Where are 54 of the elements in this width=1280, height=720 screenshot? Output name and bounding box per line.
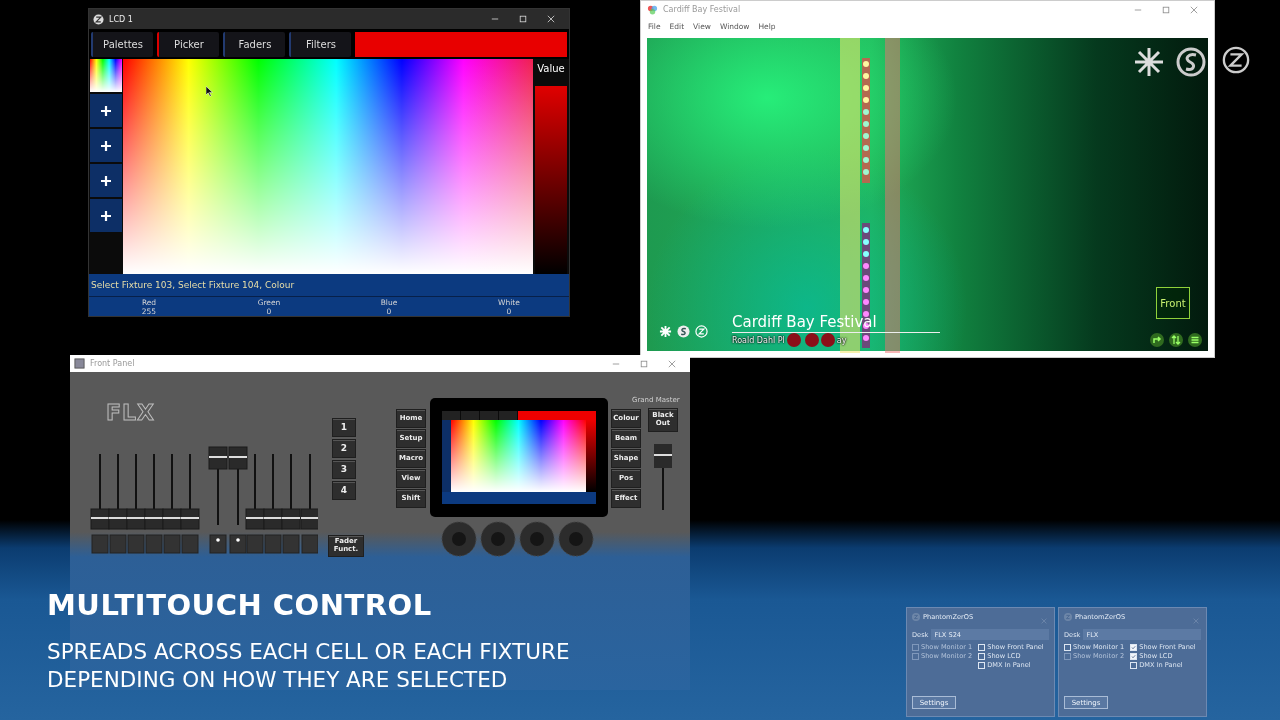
- add-button[interactable]: [90, 164, 122, 197]
- caption-heading: MULTITOUCH CONTROL: [47, 588, 433, 622]
- app-logo-icon: [647, 4, 658, 15]
- z-logo-icon[interactable]: [1222, 46, 1250, 74]
- window-title: Cardiff Bay Festival: [663, 5, 741, 14]
- mouse-cursor-icon: [206, 86, 213, 97]
- close-icon: [1193, 618, 1199, 624]
- swirl-icon[interactable]: [1176, 47, 1206, 77]
- playback-key[interactable]: 3: [332, 460, 356, 479]
- z-logo-icon: [1064, 613, 1072, 621]
- tab[interactable]: Faders: [223, 32, 285, 57]
- palette-swatch[interactable]: [90, 59, 122, 92]
- plus-icon: [100, 209, 112, 222]
- close-icon: [1041, 618, 1047, 624]
- plus-icon: [100, 139, 112, 152]
- window-title: LCD 1: [109, 14, 133, 24]
- front-view-button[interactable]: Front: [1156, 287, 1190, 319]
- asterisk-icon[interactable]: [1134, 47, 1164, 77]
- tab[interactable]: Palettes: [91, 32, 153, 57]
- add-button[interactable]: [90, 199, 122, 232]
- menu-icon[interactable]: [1188, 333, 1202, 347]
- z-logo-icon: [912, 613, 920, 621]
- window-icon: [74, 358, 85, 369]
- colour-picker-area[interactable]: [123, 59, 533, 274]
- close-icon: [668, 359, 676, 368]
- value-slider[interactable]: [535, 86, 567, 274]
- swirl-icon[interactable]: [677, 325, 690, 338]
- app-logo-icon: [93, 13, 104, 25]
- tab[interactable]: Picker: [157, 32, 219, 57]
- maximize-icon: [519, 15, 527, 23]
- swap-arrows-icon[interactable]: [1169, 333, 1183, 347]
- playback-key[interactable]: 1: [332, 418, 356, 437]
- playback-key[interactable]: 2: [332, 439, 356, 458]
- add-button[interactable]: [90, 94, 122, 127]
- scene-title: Cardiff Bay Festival: [732, 312, 940, 333]
- record-dots-icon: [786, 333, 835, 347]
- touch-screen[interactable]: [430, 398, 608, 517]
- caption-line: DEPENDING ON HOW THEY ARE SELECTED: [47, 666, 509, 694]
- plus-icon: [100, 174, 112, 187]
- minimize-icon: [491, 15, 499, 23]
- playback-key[interactable]: 4: [332, 481, 356, 500]
- value-label: Value: [536, 62, 566, 76]
- plus-icon: [100, 104, 112, 117]
- maximize-icon: [640, 359, 648, 368]
- add-button[interactable]: [90, 129, 122, 162]
- console-logo: FLX: [106, 400, 155, 425]
- rotate-arrow-icon[interactable]: [1150, 333, 1164, 347]
- caption-line: SPREADS ACROSS EACH CELL OR EACH FIXTURE: [47, 638, 570, 666]
- maximize-icon: [1162, 5, 1170, 14]
- tab[interactable]: Filters: [289, 32, 351, 57]
- close-icon: [1190, 5, 1198, 14]
- scene-subtitle: Roald Dahl Pl: [732, 335, 785, 345]
- close-icon: [547, 15, 555, 23]
- window-title: Front Panel: [90, 359, 135, 368]
